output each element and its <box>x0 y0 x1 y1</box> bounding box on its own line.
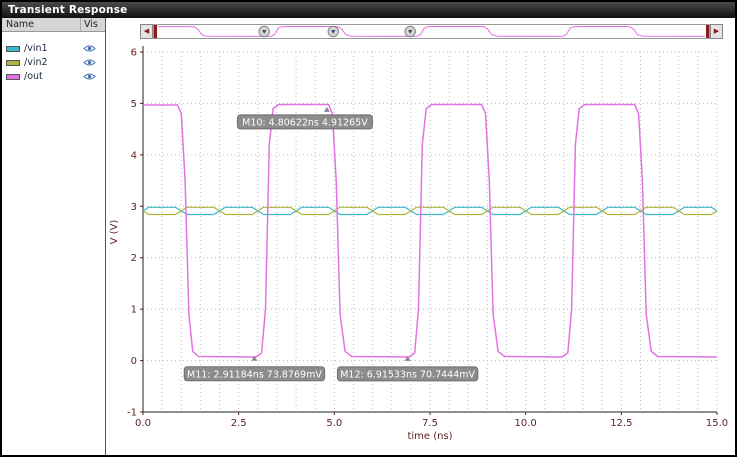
visibility-toggle[interactable] <box>81 58 105 67</box>
y-tick-label: 4 <box>131 150 137 161</box>
signal-row-vin2[interactable]: /vin2 <box>2 56 105 69</box>
x-tick-label: 5.0 <box>326 418 342 429</box>
marker-label-text: M12: 6.91533ns 70.7444mV <box>340 369 475 380</box>
eye-icon <box>83 45 96 52</box>
signal-list: /vin1 /vin2 /out <box>2 32 105 83</box>
signal-color-swatch <box>6 45 20 52</box>
trace-out[interactable] <box>143 103 718 358</box>
eye-icon <box>83 73 96 80</box>
signal-panel: Name Vis /vin1 /vin2 /out <box>2 18 106 455</box>
x-tick-label: 10.0 <box>515 418 537 429</box>
x-tick-label: 12.5 <box>610 418 632 429</box>
waveform-chart[interactable]: 0.0 2.5 5.0 7.5 10.0 12.5 15.0 -1 0 1 2 3 4 5 6 time (n… <box>106 42 735 454</box>
visibility-toggle[interactable] <box>81 44 105 53</box>
window-content: Name Vis /vin1 /vin2 /out ◀ ▶ 0.0 2.5 5.… <box>2 18 735 455</box>
signal-row-out[interactable]: /out <box>2 70 105 83</box>
signal-color-swatch <box>6 73 20 80</box>
signal-label: /vin2 <box>24 57 48 68</box>
window-title: Transient Response <box>8 4 128 16</box>
marker-label-text: M10: 4.80622ns 4.91265V <box>242 117 368 128</box>
window-titlebar[interactable]: Transient Response <box>2 2 735 18</box>
column-header-name: Name <box>2 18 81 31</box>
marker-M11[interactable]: M11: 2.91184ns 73.8769mV <box>183 355 326 382</box>
y-tick-label: 3 <box>131 202 137 213</box>
eye-icon <box>83 59 96 66</box>
transient-response-window: Transient Response Name Vis /vin1 /vin2 … <box>0 0 737 457</box>
x-tick-label: 15.0 <box>706 418 728 429</box>
column-header-vis: Vis <box>84 19 98 30</box>
scroll-left-button[interactable]: ◀ <box>140 24 153 39</box>
y-tick-label: 0 <box>131 356 137 367</box>
marker-M12[interactable]: M12: 6.91533ns 70.7444mV <box>336 355 479 382</box>
overview-marker-knob-M10[interactable] <box>327 25 339 38</box>
signal-color-swatch <box>6 59 20 66</box>
signal-row-vin1[interactable]: /vin1 <box>2 42 105 55</box>
visibility-toggle[interactable] <box>81 72 105 81</box>
overview-strip[interactable] <box>153 23 710 40</box>
plot-area: ◀ ▶ 0.0 2.5 5.0 7.5 10.0 12.5 15.0 -1 0 1 2 3 4 5 6 tim… <box>106 18 735 455</box>
marker-label-text: M11: 2.91184ns 73.8769mV <box>187 369 322 380</box>
overview-marker-knob-M11[interactable] <box>258 25 270 38</box>
signal-panel-header: Name Vis <box>2 18 105 32</box>
y-tick-label: 1 <box>131 305 137 316</box>
x-tick-label: 2.5 <box>231 418 247 429</box>
y-tick-label: -1 <box>127 408 137 419</box>
y-tick-label: 2 <box>131 253 137 264</box>
x-axis-title: time (ns) <box>407 431 452 442</box>
y-tick-label: 6 <box>131 48 137 59</box>
y-tick-label: 5 <box>131 99 137 110</box>
marker-M10[interactable]: M10: 4.80622ns 4.91265V <box>236 106 373 130</box>
x-tick-label: 0.0 <box>135 418 151 429</box>
x-tick-label: 7.5 <box>422 418 438 429</box>
range-start-handle[interactable] <box>154 25 157 38</box>
overview-scrollbar: ◀ ▶ <box>140 23 723 40</box>
overview-marker-knob-M12[interactable] <box>404 25 416 38</box>
signal-label: /vin1 <box>24 43 48 54</box>
marker-point <box>323 106 330 112</box>
y-axis-title: V (V) <box>109 220 120 245</box>
scroll-right-button[interactable]: ▶ <box>710 24 723 39</box>
range-end-handle[interactable] <box>706 25 709 38</box>
signal-label: /out <box>24 71 43 82</box>
